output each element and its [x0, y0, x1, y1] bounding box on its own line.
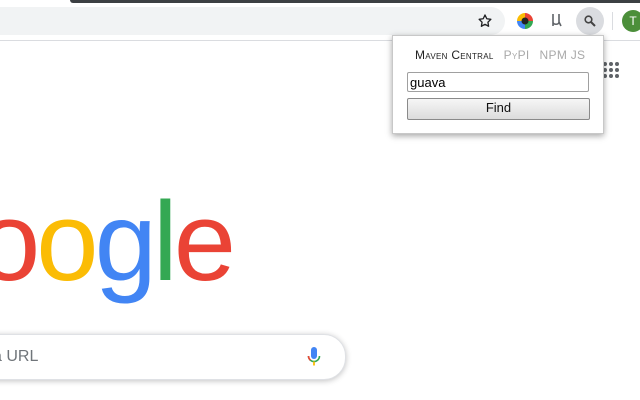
tab-npm-js[interactable]: NPM JS [540, 48, 586, 62]
microphone-icon[interactable] [307, 346, 321, 368]
logo-letter: o [36, 179, 98, 304]
tab-pypi[interactable]: PyPI [504, 48, 530, 62]
extension-popup: Maven Central PyPI NPM JS Find [392, 35, 604, 134]
repository-tabs: Maven Central PyPI NPM JS [415, 48, 595, 62]
mu-icon[interactable] [545, 9, 569, 33]
logo-letter: o [0, 179, 40, 304]
package-search-input[interactable] [407, 72, 589, 92]
logo-letter: e [173, 179, 236, 304]
avatar[interactable]: T [622, 10, 640, 32]
find-button[interactable]: Find [407, 98, 590, 120]
search-extension-icon[interactable] [576, 7, 604, 35]
toolbar-divider [612, 12, 613, 30]
search-box[interactable]: a URL [0, 334, 346, 380]
google-logo: oogle [0, 179, 236, 304]
color-wheel-icon[interactable] [513, 9, 537, 33]
tab-strip [70, 0, 640, 3]
logo-letter: g [94, 179, 157, 304]
apps-grid-icon[interactable] [603, 62, 619, 78]
address-bar[interactable] [0, 7, 505, 35]
logo-letter: l [152, 179, 178, 304]
tab-maven-central[interactable]: Maven Central [415, 48, 494, 62]
star-icon[interactable] [473, 9, 497, 33]
search-placeholder: a URL [0, 348, 39, 365]
